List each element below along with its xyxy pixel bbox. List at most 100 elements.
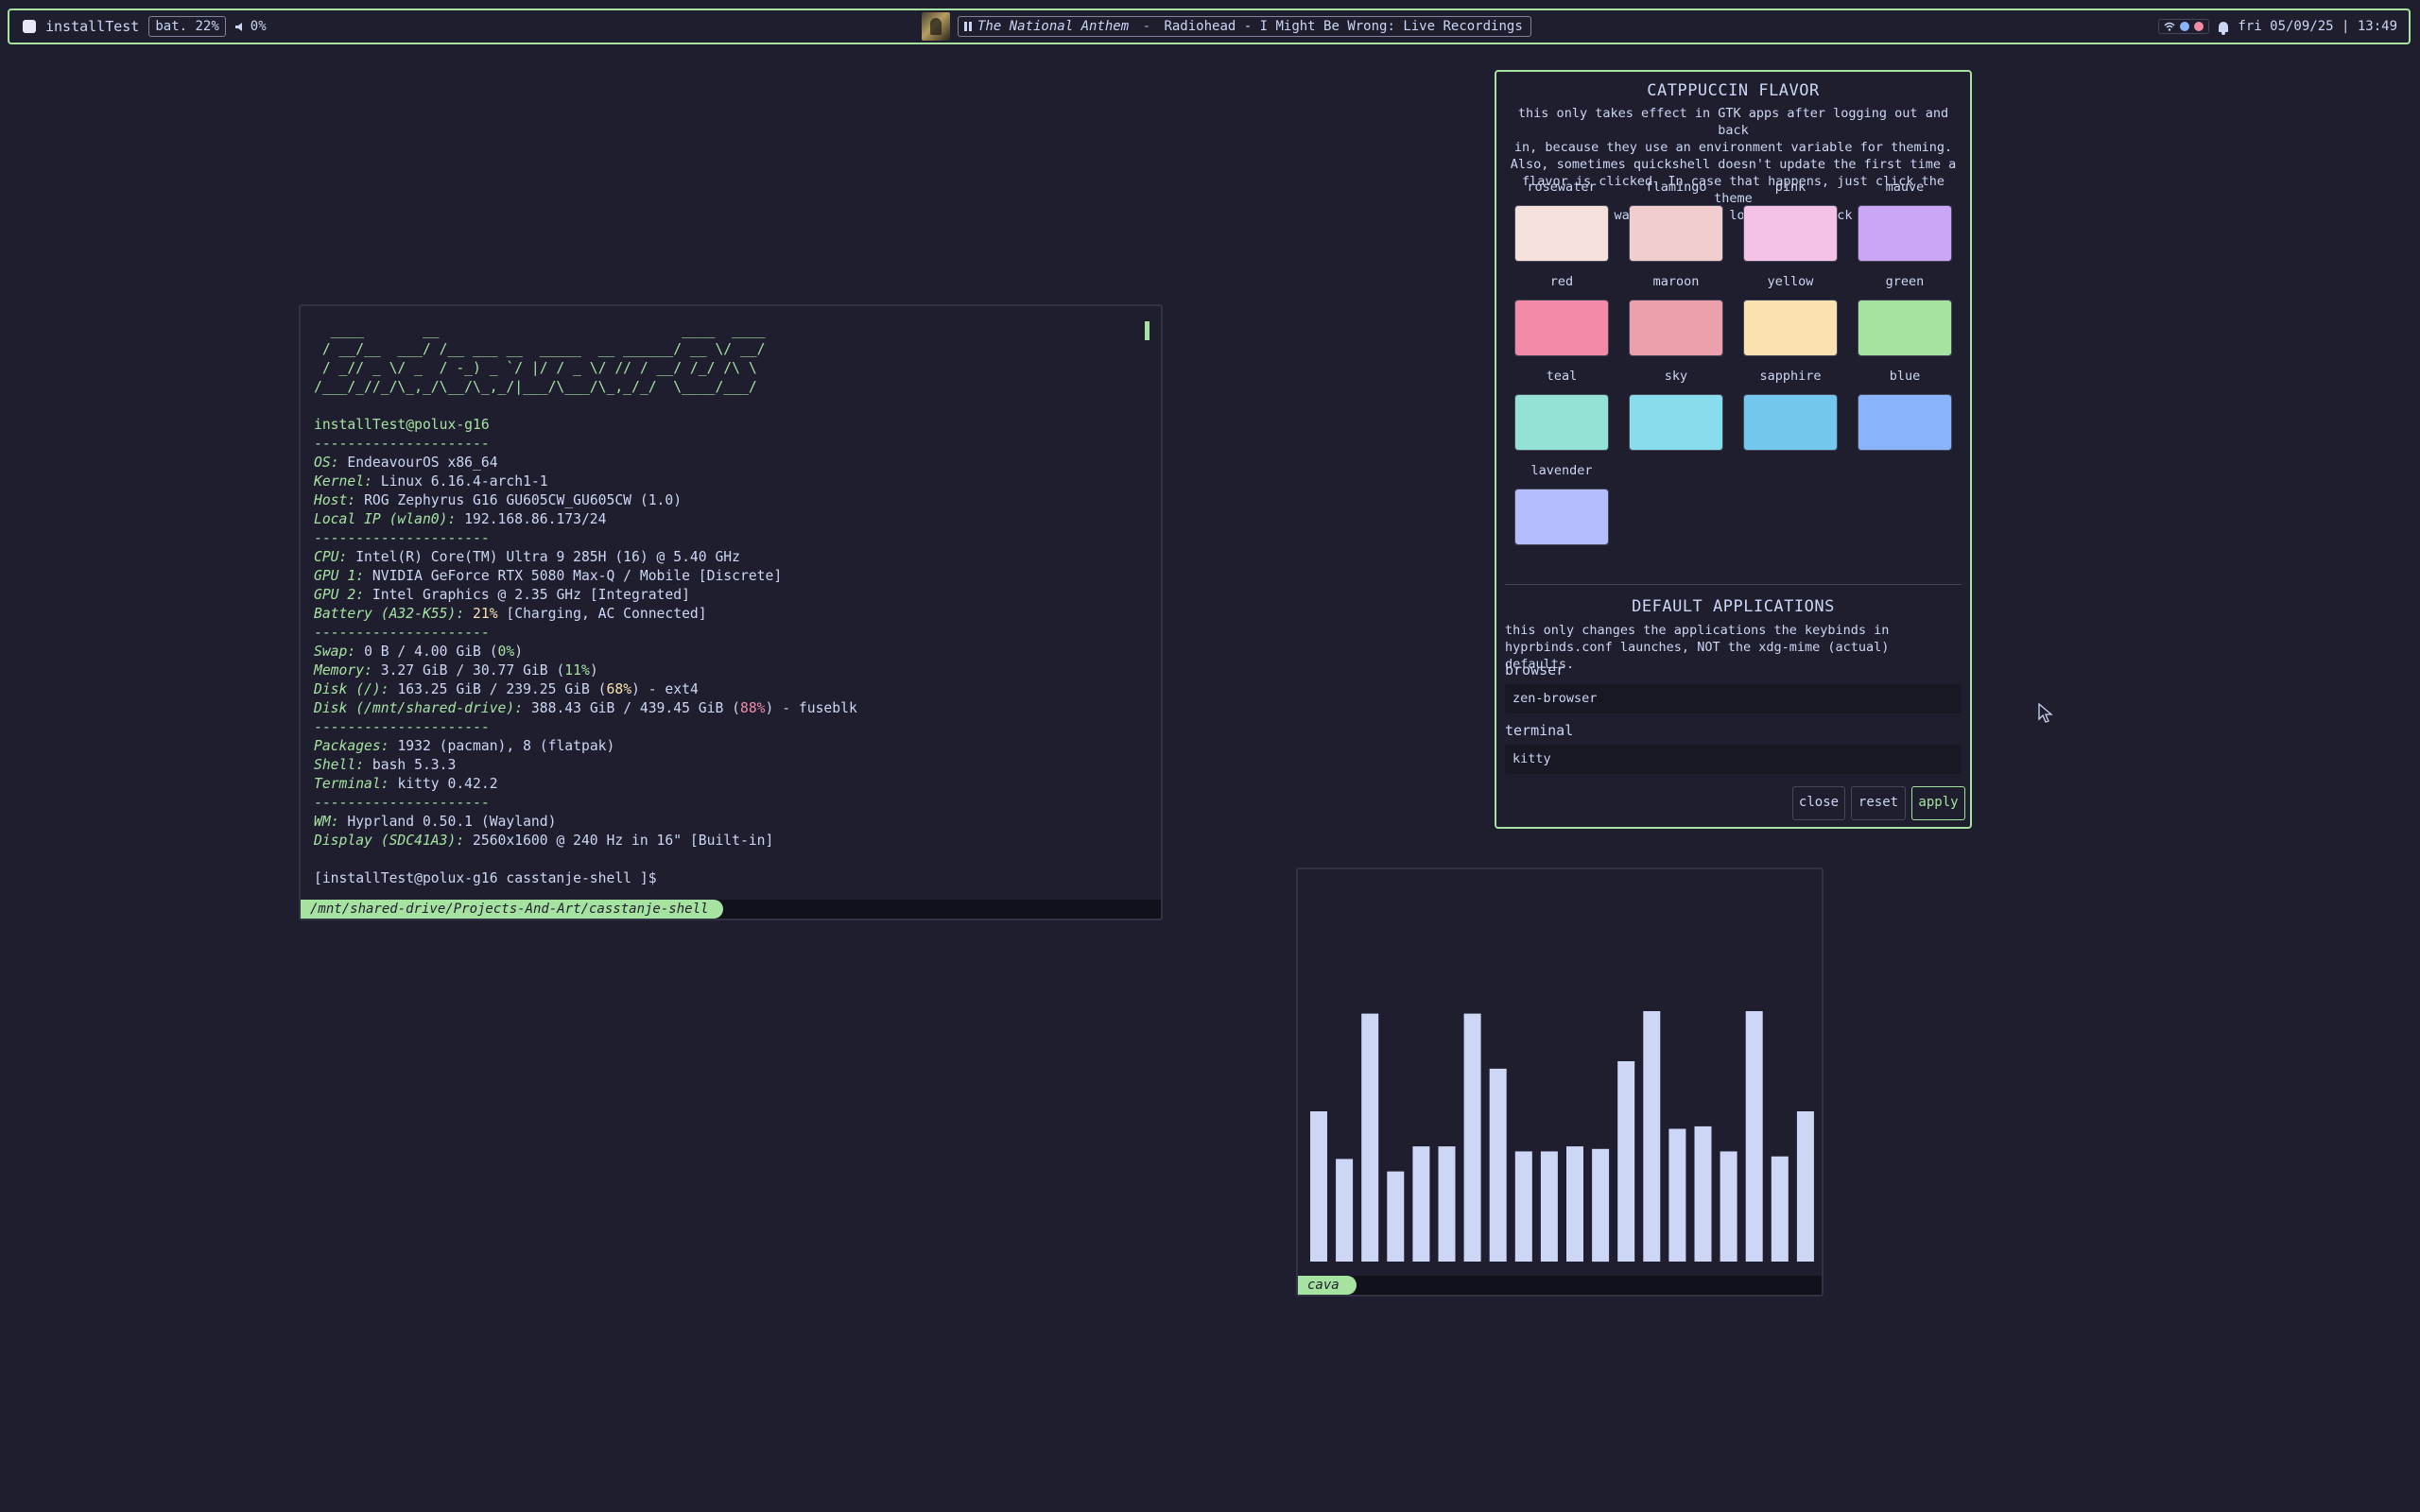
swatch-rosewater[interactable] <box>1514 205 1609 262</box>
swatch-label-green: green <box>1885 274 1925 289</box>
swatch-lavender[interactable] <box>1514 489 1609 545</box>
swatch-teal[interactable] <box>1514 394 1609 451</box>
info-display: Display (SDC41A3): 2560x1600 @ 240 Hz in… <box>314 833 774 849</box>
ascii-art-line: /___/_//_/\_,_/\__/\_,_/|___/\___/\_,_/_… <box>314 379 757 395</box>
media-details: Radiohead - I Might Be Wrong: Live Recor… <box>1164 19 1523 34</box>
info-disk-shared: Disk (/mnt/shared-drive): 388.43 GiB / 4… <box>314 700 857 716</box>
browser-input[interactable]: zen-browser <box>1505 684 1962 713</box>
album-art-icon <box>922 12 950 41</box>
info-kernel: Kernel: Linux 6.16.4-arch1-1 <box>314 473 548 490</box>
info-gpu1: GPU 1: NVIDIA GeForce RTX 5080 Max-Q / M… <box>314 568 783 584</box>
ascii-art-line: / _// _ \/ _ / -_) _ `/ |/ / _ \/ // / _… <box>314 360 757 376</box>
visualizer-bar <box>1617 1061 1635 1262</box>
top-bar-right: fri 05/09/25 | 13:49 <box>2158 10 2397 43</box>
info-swap: Swap: 0 B / 4.00 GiB (0%) <box>314 644 524 660</box>
swatch-pink[interactable] <box>1743 205 1838 262</box>
mouse-pointer-icon <box>2038 703 2053 723</box>
ascii-art-line: ____ __ ____ ____ <box>314 322 766 338</box>
swatch-label-pink: pink <box>1774 180 1806 195</box>
top-bar-left: installTest bat. 22% 0% <box>23 10 267 43</box>
terminal-input[interactable]: kitty <box>1505 745 1962 774</box>
swatch-mauve[interactable] <box>1858 205 1952 262</box>
ascii-art-line: / __/__ ___/ /__ ___ __ _____ __ ______/… <box>314 341 766 357</box>
cava-window[interactable]: cava <box>1296 868 1824 1297</box>
info-packages: Packages: 1932 (pacman), 8 (flatpak) <box>314 738 615 754</box>
swatch-green[interactable] <box>1858 300 1952 356</box>
visualizer-bar <box>1387 1171 1405 1262</box>
cava-status-bar: cava <box>1298 1276 1822 1295</box>
apps-description: this only changes the applications the k… <box>1505 623 1890 672</box>
datetime[interactable]: fri 05/09/25 | 13:49 <box>2238 19 2397 34</box>
bluetooth-icon[interactable] <box>2180 22 2190 31</box>
visualizer-bar <box>1412 1146 1430 1262</box>
reset-button[interactable]: reset <box>1851 786 1906 820</box>
swatch-blue[interactable] <box>1858 394 1952 451</box>
speaker-icon <box>234 22 242 31</box>
visualizer-bar <box>1310 1111 1327 1262</box>
swatch-maroon[interactable] <box>1629 300 1723 356</box>
swatch-label-mauve: mauve <box>1885 180 1925 195</box>
info-disk-root: Disk (/): 163.25 GiB / 239.25 GiB (68%) … <box>314 681 699 697</box>
info-host: Host: ROG Zephyrus G16 GU605CW_GU605CW (… <box>314 492 683 508</box>
swatch-red[interactable] <box>1514 300 1609 356</box>
visualizer-bar <box>1720 1151 1737 1262</box>
info-wm: WM: Hyprland 0.50.1 (Wayland) <box>314 814 557 830</box>
flavor-section-title: CATPPUCCIN FLAVOR <box>1647 81 1820 100</box>
swatch-flamingo[interactable] <box>1629 205 1723 262</box>
media-title: The National Anthem <box>977 19 1130 34</box>
swatch-sapphire[interactable] <box>1743 394 1838 451</box>
wifi-icon[interactable] <box>2164 22 2175 31</box>
browser-label: browser <box>1505 662 1565 679</box>
swatch-sky[interactable] <box>1629 394 1723 451</box>
swatch-label-yellow: yellow <box>1767 274 1814 289</box>
volume-indicator[interactable]: 0% <box>234 19 267 34</box>
separator: --------------------- <box>314 625 490 641</box>
swatch-label-red: red <box>1549 274 1574 289</box>
visualizer-bar <box>1745 1011 1763 1262</box>
swatch-label-sky: sky <box>1664 369 1688 384</box>
terminal-status-bar: /mnt/shared-drive/Projects-And-Art/casst… <box>301 900 1161 919</box>
terminal-window[interactable]: ____ __ ____ ____ / __/__ ___/ /__ ___ _… <box>299 304 1163 920</box>
userhost: installTest@polux-g16 <box>314 417 490 433</box>
battery-indicator[interactable]: bat. 22% <box>148 16 226 37</box>
swatch-label-rosewater: rosewater <box>1527 180 1597 195</box>
apply-button[interactable]: apply <box>1911 786 1965 820</box>
apps-section-title: DEFAULT APPLICATIONS <box>1632 597 1835 616</box>
swatch-label-teal: teal <box>1546 369 1578 384</box>
system-tray <box>2158 19 2210 34</box>
swatch-label-lavender: lavender <box>1530 463 1593 478</box>
current-path: /mnt/shared-drive/Projects-And-Art/casst… <box>301 900 724 919</box>
fastfetch-output: ____ __ ____ ____ / __/__ ___/ /__ ___ _… <box>314 321 1148 888</box>
workspace-indicator-icon[interactable] <box>23 20 36 33</box>
swatch-label-maroon: maroon <box>1652 274 1700 289</box>
visualizer-bar <box>1796 1111 1814 1262</box>
visualizer-bar <box>1771 1156 1789 1262</box>
shell-prompt[interactable]: [installTest@polux-g16 casstanje-shell ]… <box>314 869 1148 888</box>
bell-icon[interactable] <box>2219 21 2229 35</box>
swatch-yellow[interactable] <box>1743 300 1838 356</box>
media-widget: The National Anthem - Radiohead - I Migh… <box>922 11 1531 42</box>
separator: --------------------- <box>314 719 490 735</box>
tray-app-icon[interactable] <box>2194 22 2204 31</box>
visualizer-bar <box>1566 1146 1583 1262</box>
info-cpu: CPU: Intel(R) Core(TM) Ultra 9 285H (16)… <box>314 549 740 565</box>
pause-icon[interactable] <box>964 22 972 31</box>
swatch-label-blue: blue <box>1889 369 1921 384</box>
visualizer-bar <box>1694 1125 1712 1262</box>
info-battery: Battery (A32-K55): 21% [Charging, AC Con… <box>314 606 707 622</box>
section-divider <box>1505 584 1962 585</box>
visualizer-bar <box>1438 1146 1456 1262</box>
audio-visualizer <box>1310 1011 1814 1263</box>
media-player[interactable]: The National Anthem - Radiohead - I Migh… <box>958 16 1531 37</box>
visualizer-bar <box>1489 1068 1507 1262</box>
separator: --------------------- <box>314 795 490 811</box>
info-os: OS: EndeavourOS x86_64 <box>314 455 498 471</box>
close-button[interactable]: close <box>1792 786 1845 820</box>
top-bar: installTest bat. 22% 0% The National Ant… <box>8 9 2411 44</box>
separator: --------------------- <box>314 436 490 452</box>
workspace-label[interactable]: installTest <box>45 18 139 35</box>
visualizer-bar <box>1592 1148 1610 1263</box>
visualizer-bar <box>1336 1159 1354 1262</box>
visualizer-bar <box>1668 1128 1686 1262</box>
terminal-label: terminal <box>1505 722 1574 739</box>
